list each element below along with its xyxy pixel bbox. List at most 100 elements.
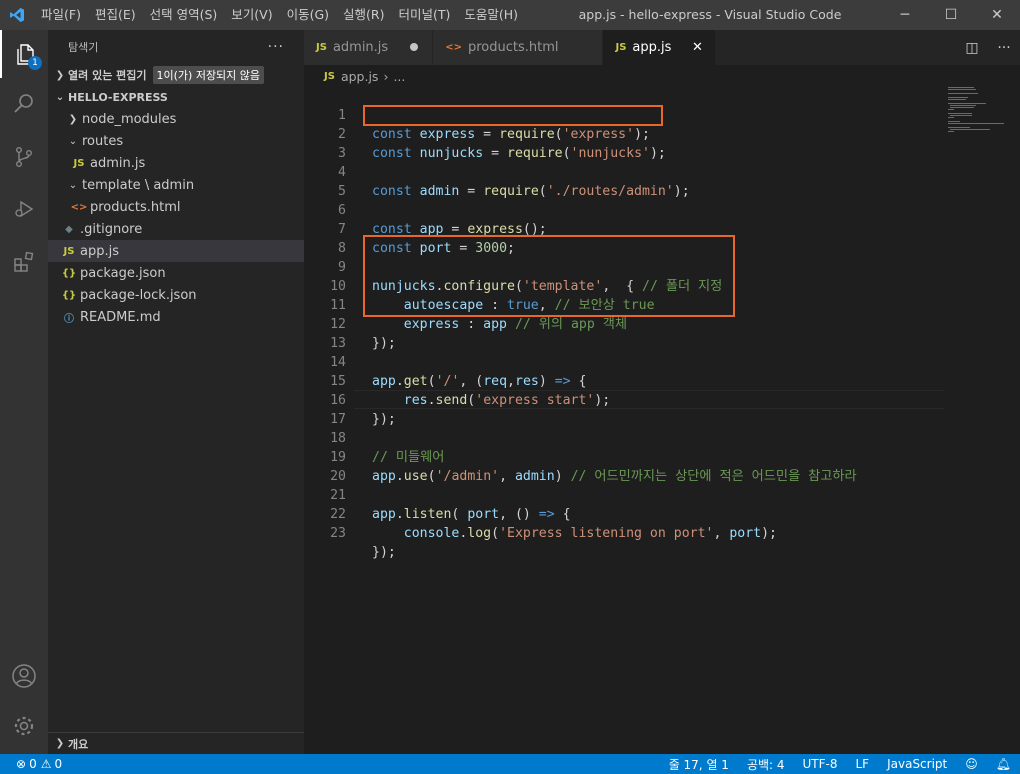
more-actions-icon[interactable]: ··· <box>988 40 1020 56</box>
minimap[interactable] <box>948 87 1008 137</box>
tree-item-package-lock-json[interactable]: {} package-lock.json <box>48 284 304 306</box>
explorer-sidebar: 탐색기 ··· ❯ 열려 있는 편집기 1이(가) 저장되지 않음 ⌄ HELL… <box>48 30 304 754</box>
indentation[interactable]: 공백: 4 <box>738 756 794 773</box>
tab-products-html[interactable]: <> products.html <box>433 30 604 65</box>
chevron-down-icon: ⌄ <box>68 179 78 191</box>
menu-go[interactable]: 이동(G) <box>280 0 336 30</box>
code-line: 13 <box>304 315 944 351</box>
encoding[interactable]: UTF-8 <box>794 757 847 771</box>
html-file-icon: <> <box>70 201 88 213</box>
problems-indicator[interactable]: ⊗ 0 ⚠ 0 <box>0 757 62 771</box>
editor-tabs: JS admin.js <> products.html JS app.js ✕… <box>304 30 1020 65</box>
account-icon[interactable] <box>0 652 48 700</box>
editor-scrollbar[interactable] <box>1006 87 1020 754</box>
tree-item-template-admin[interactable]: ⌄ template \ admin <box>48 174 304 196</box>
code-line: 4 const admin = require('./routes/admin'… <box>304 144 944 199</box>
feedback-icon[interactable]: ☺ <box>956 757 987 771</box>
extensions-icon[interactable] <box>0 238 48 286</box>
run-debug-icon[interactable] <box>0 185 48 233</box>
open-editors-section[interactable]: ❯ 열려 있는 편집기 1이(가) 저장되지 않음 <box>48 64 304 86</box>
notifications-bell-icon[interactable]: 🔔︎ <box>987 757 1020 771</box>
code-line: 3 <box>304 125 944 161</box>
code-line: 7 const port = 3000; <box>304 201 944 256</box>
minimize-icon[interactable]: ─ <box>882 0 928 30</box>
menu-view[interactable]: 보기(V) <box>224 0 279 30</box>
json-file-icon: {} <box>61 289 77 301</box>
breadcrumb-separator-icon: › <box>383 68 389 84</box>
code-text: }); <box>372 545 396 560</box>
status-right: 줄 17, 열 1 공백: 4 UTF-8 LF JavaScript ☺ 🔔︎ <box>660 756 1020 773</box>
breadcrumb-rest[interactable]: ... <box>393 69 405 84</box>
explorer-icon[interactable]: 1 <box>0 30 48 78</box>
tree-item-app-js[interactable]: JS app.js <box>48 240 304 262</box>
warning-icon: ⚠ <box>40 757 52 771</box>
tree-item-label: .gitignore <box>80 221 143 237</box>
line-ending[interactable]: LF <box>847 757 879 771</box>
tab-label: products.html <box>467 40 559 55</box>
tree-item-label: admin.js <box>90 155 146 171</box>
menu-run[interactable]: 실행(R) <box>336 0 391 30</box>
tree-item-label: node_modules <box>82 111 177 127</box>
close-window-icon[interactable]: ✕ <box>974 0 1020 30</box>
tree-item-label: routes <box>82 133 124 149</box>
code-line: 5 <box>304 163 944 199</box>
breadcrumb: JS app.js › ... <box>304 65 1020 87</box>
tree-item-node-modules[interactable]: ❯ node_modules <box>48 108 304 130</box>
menu-help[interactable]: 도움말(H) <box>457 0 525 30</box>
explorer-badge: 1 <box>28 56 42 70</box>
tab-label: app.js <box>632 40 672 55</box>
js-file-icon: JS <box>63 245 75 257</box>
tab-app-js[interactable]: JS app.js ✕ <box>603 30 717 65</box>
unsaved-badge: 1이(가) 저장되지 않음 <box>152 66 265 84</box>
tree-item-label: template \ admin <box>82 177 195 193</box>
tree-item-label: package.json <box>80 265 166 281</box>
breadcrumb-file[interactable]: app.js <box>341 69 379 84</box>
settings-gear-icon[interactable] <box>0 702 48 750</box>
language-mode[interactable]: JavaScript <box>878 757 956 771</box>
tree-item-admin-js[interactable]: JS admin.js <box>48 152 304 174</box>
project-section[interactable]: ⌄ HELLO-EXPRESS <box>48 86 304 108</box>
explorer-header: 탐색기 ··· <box>48 30 304 64</box>
highlight-box-configure <box>363 235 735 317</box>
git-file-icon: ◆ <box>65 223 73 235</box>
tree-item-routes[interactable]: ⌄ routes <box>48 130 304 152</box>
menu-edit[interactable]: 편집(E) <box>88 0 143 30</box>
code-editor[interactable]: 1 const express = require('express'); 2 … <box>304 87 1020 754</box>
outline-label: 개요 <box>68 737 89 751</box>
more-actions-icon[interactable]: ··· <box>268 39 284 55</box>
unsaved-dot-icon[interactable] <box>406 40 422 55</box>
json-file-icon: {} <box>61 267 77 279</box>
js-file-icon: JS <box>73 157 85 169</box>
close-tab-icon[interactable]: ✕ <box>689 40 705 55</box>
tree-item-gitignore[interactable]: ◆ .gitignore <box>48 218 304 240</box>
code-line: 15 res.send('express start'); <box>304 353 944 408</box>
html-file-icon: <> <box>445 42 462 53</box>
explorer-title: 탐색기 <box>68 41 99 54</box>
line-number: 23 <box>330 526 346 541</box>
code-line: 14 app.get('/', (req,res) => { <box>304 334 944 389</box>
code-line: 23 }); <box>304 505 944 560</box>
chevron-down-icon: ⌄ <box>55 91 65 103</box>
tree-item-package-json[interactable]: {} package.json <box>48 262 304 284</box>
cursor-position[interactable]: 줄 17, 열 1 <box>660 756 738 773</box>
code-text: console.log('Express listening on port',… <box>372 526 777 541</box>
maximize-icon[interactable]: ☐ <box>928 0 974 30</box>
project-label: HELLO-EXPRESS <box>68 90 168 104</box>
open-editors-label: 열려 있는 편집기 <box>68 69 147 82</box>
code-line: 6 const app = express(); <box>304 182 944 237</box>
source-control-icon[interactable] <box>0 133 48 181</box>
tab-admin-js[interactable]: JS admin.js <box>304 30 434 65</box>
split-editor-icon[interactable]: ◫ <box>956 40 988 56</box>
menu-selection[interactable]: 선택 영역(S) <box>143 0 225 30</box>
outline-section[interactable]: ❯ 개요 <box>48 732 304 754</box>
error-count: 0 <box>29 757 37 771</box>
tab-actions: ◫ ··· <box>956 30 1020 65</box>
js-file-icon: JS <box>324 70 335 82</box>
tree-item-readme[interactable]: ⓘ README.md <box>48 306 304 328</box>
window-title: app.js - hello-express - Visual Studio C… <box>578 7 842 22</box>
menu-file[interactable]: 파일(F) <box>34 0 88 30</box>
tree-item-products-html[interactable]: <> products.html <box>48 196 304 218</box>
search-icon[interactable] <box>0 80 48 128</box>
menu-terminal[interactable]: 터미널(T) <box>392 0 458 30</box>
status-bar: ⊗ 0 ⚠ 0 줄 17, 열 1 공백: 4 UTF-8 LF JavaScr… <box>0 754 1020 774</box>
